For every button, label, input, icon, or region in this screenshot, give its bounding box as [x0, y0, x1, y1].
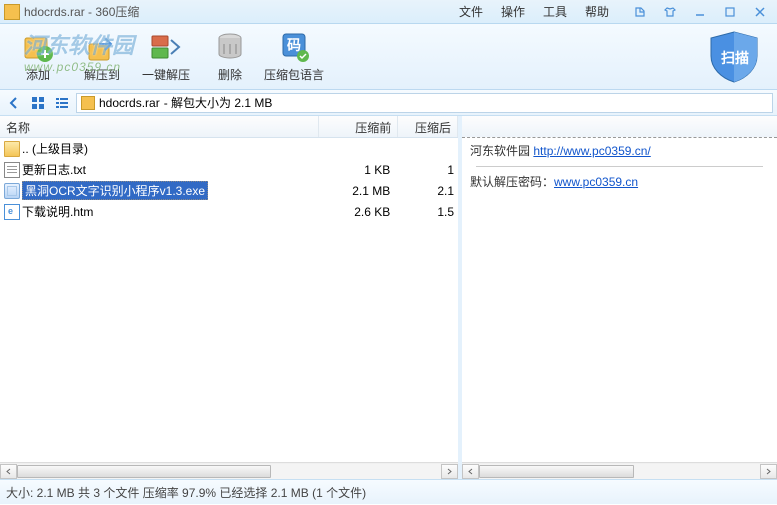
folder-icon [4, 141, 20, 157]
minimize-icon[interactable] [687, 3, 713, 21]
extract-to-button[interactable]: 解压到 [70, 28, 134, 85]
path-archive: hdocrds.rar [99, 96, 160, 110]
back-button[interactable] [4, 93, 24, 113]
size-before: 2.1 MB [319, 184, 399, 198]
scroll-track[interactable] [17, 464, 441, 479]
info-divider-mid [476, 166, 763, 167]
scroll-thumb[interactable] [479, 465, 634, 478]
menu-bar: 文件 操作 工具 帮助 [459, 3, 609, 20]
close-icon[interactable] [747, 3, 773, 21]
txt-icon [4, 162, 20, 178]
extract-to-icon [85, 30, 119, 64]
table-row[interactable]: 黑洞OCR文字识别小程序v1.3.exe 2.1 MB2.1 [0, 180, 458, 201]
table-row[interactable]: 更新日志.txt 1 KB1 [0, 159, 458, 180]
skin-icon[interactable] [657, 3, 683, 21]
view-list-button[interactable] [52, 93, 72, 113]
htm-icon [4, 204, 20, 220]
path-field[interactable]: hdocrds.rar - 解包大小为 2.1 MB [76, 93, 773, 113]
extract-one-icon [149, 30, 183, 64]
site-link[interactable]: http://www.pc0359.cn/ [533, 144, 650, 158]
size-after: 1.5 [398, 205, 458, 219]
info-divider-top [462, 116, 777, 138]
delete-icon [213, 30, 247, 64]
exe-icon [4, 183, 20, 199]
scan-button[interactable] [705, 30, 763, 84]
file-name: .. (上级目录) [22, 140, 88, 157]
feedback-icon[interactable] [627, 3, 653, 21]
lang-button[interactable]: 码 压缩包语言 [262, 28, 326, 85]
scroll-track[interactable] [479, 464, 760, 479]
app-icon [4, 4, 20, 20]
file-name: 下载说明.htm [22, 203, 93, 220]
size-after: 2.1 [398, 184, 458, 198]
site-label: 河东软件园 [470, 144, 530, 158]
window-title: hdocrds.rar - 360压缩 [24, 3, 459, 20]
pw-label: 默认解压密码： [470, 175, 554, 189]
menu-file[interactable]: 文件 [459, 3, 483, 20]
scroll-right-icon[interactable] [441, 464, 458, 479]
col-after[interactable]: 压缩后 [398, 116, 458, 137]
svg-text:码: 码 [287, 37, 301, 53]
size-before: 2.6 KB [319, 205, 399, 219]
archive-icon [81, 96, 95, 110]
col-before[interactable]: 压缩前 [319, 116, 399, 137]
info-h-scrollbar[interactable] [462, 462, 777, 479]
scroll-left-icon[interactable] [0, 464, 17, 479]
lang-icon: 码 [277, 30, 311, 64]
file-name: 黑洞OCR文字识别小程序v1.3.exe [22, 181, 208, 200]
scroll-left-icon[interactable] [462, 464, 479, 479]
status-text: 大小: 2.1 MB 共 3 个文件 压缩率 97.9% 已经选择 2.1 MB… [6, 484, 366, 501]
main-area: 名称 压缩前 压缩后 .. (上级目录) 更新日志.txt 1 KB1 黑洞OCR文字… [0, 116, 777, 480]
view-icons-button[interactable] [28, 93, 48, 113]
add-icon [21, 30, 55, 64]
path-desc: - 解包大小为 2.1 MB [164, 94, 273, 111]
size-after: 1 [398, 163, 458, 177]
extract-one-button[interactable]: 一键解压 [134, 28, 198, 85]
scroll-right-icon[interactable] [760, 464, 777, 479]
menu-help[interactable]: 帮助 [585, 3, 609, 20]
table-row[interactable]: 下载说明.htm 2.6 KB1.5 [0, 201, 458, 222]
menu-tool[interactable]: 工具 [543, 3, 567, 20]
h-scrollbar[interactable] [0, 462, 458, 479]
col-name[interactable]: 名称 [0, 116, 319, 137]
table-row[interactable]: .. (上级目录) [0, 138, 458, 159]
scroll-thumb[interactable] [17, 465, 271, 478]
path-bar: hdocrds.rar - 解包大小为 2.1 MB [0, 90, 777, 116]
file-pane: 名称 压缩前 压缩后 .. (上级目录) 更新日志.txt 1 KB1 黑洞OCR文字… [0, 116, 462, 479]
info-content: 河东软件园 http://www.pc0359.cn/ 默认解压密码：www.p… [462, 138, 777, 197]
window-controls [627, 3, 773, 21]
column-headers: 名称 压缩前 压缩后 [0, 116, 458, 138]
info-pane: 河东软件园 http://www.pc0359.cn/ 默认解压密码：www.p… [462, 116, 777, 479]
toolbar: 添加 解压到 一键解压 删除 码 压缩包语言 扫描 [0, 24, 777, 90]
pw-link[interactable]: www.pc0359.cn [554, 175, 638, 189]
size-before: 1 KB [319, 163, 399, 177]
file-list[interactable]: .. (上级目录) 更新日志.txt 1 KB1 黑洞OCR文字识别小程序v1.3.e… [0, 138, 458, 462]
title-bar: hdocrds.rar - 360压缩 文件 操作 工具 帮助 [0, 0, 777, 24]
maximize-icon[interactable] [717, 3, 743, 21]
file-name: 更新日志.txt [22, 161, 86, 178]
menu-operate[interactable]: 操作 [501, 3, 525, 20]
delete-button[interactable]: 删除 [198, 28, 262, 85]
add-button[interactable]: 添加 [6, 28, 70, 85]
status-bar: 大小: 2.1 MB 共 3 个文件 压缩率 97.9% 已经选择 2.1 MB… [0, 480, 777, 504]
